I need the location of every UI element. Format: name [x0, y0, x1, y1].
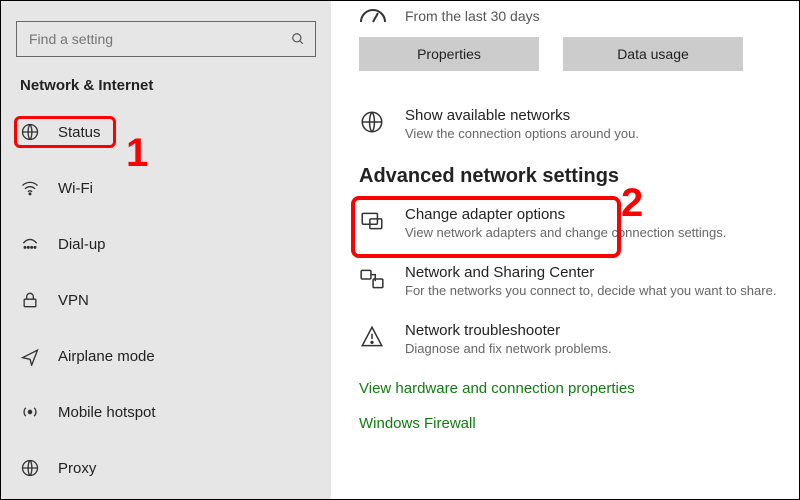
link-view-hardware[interactable]: View hardware and connection properties — [359, 380, 781, 397]
sidebar-item-airplane[interactable]: Airplane mode — [16, 340, 316, 372]
data-meter-row: From the last 30 days — [359, 7, 781, 25]
option-title: Show available networks — [405, 107, 639, 124]
sidebar-item-vpn[interactable]: VPN — [16, 284, 316, 316]
vpn-icon — [20, 290, 40, 310]
option-title: Change adapter options — [405, 206, 726, 223]
sidebar-item-hotspot[interactable]: Mobile hotspot — [16, 396, 316, 428]
sidebar-item-proxy[interactable]: Proxy — [16, 452, 316, 484]
search-icon — [291, 32, 305, 46]
meter-icon — [359, 7, 387, 25]
show-available-networks[interactable]: Show available networks View the connect… — [359, 107, 781, 141]
sidebar-item-wifi[interactable]: Wi-Fi — [16, 172, 316, 204]
option-title: Network and Sharing Center — [405, 264, 776, 281]
dialup-icon — [20, 234, 40, 254]
hotspot-icon — [20, 402, 40, 422]
option-subtitle: View network adapters and change connect… — [405, 225, 726, 240]
sidebar: Network & Internet Status Wi-Fi Dial-up — [1, 1, 331, 499]
wifi-icon — [20, 178, 40, 198]
sidebar-item-label: Airplane mode — [58, 348, 155, 365]
link-windows-firewall[interactable]: Windows Firewall — [359, 415, 781, 432]
sidebar-category: Network & Internet — [20, 77, 316, 94]
search-input[interactable] — [27, 30, 291, 48]
settings-window: Network & Internet Status Wi-Fi Dial-up — [0, 0, 800, 500]
sidebar-nav: Status Wi-Fi Dial-up VPN — [16, 116, 316, 500]
sidebar-item-label: Proxy — [58, 460, 96, 477]
airplane-icon — [20, 346, 40, 366]
option-title: Network troubleshooter — [405, 322, 612, 339]
sidebar-item-status[interactable]: Status — [14, 116, 116, 148]
sidebar-item-label: VPN — [58, 292, 89, 309]
section-heading-advanced: Advanced network settings — [359, 165, 781, 188]
properties-button[interactable]: Properties — [359, 37, 539, 71]
sharing-icon — [359, 266, 385, 292]
troubleshooter-icon — [359, 324, 385, 350]
network-sharing-center[interactable]: Network and Sharing Center For the netwo… — [359, 264, 781, 298]
button-row: Properties Data usage — [359, 37, 781, 71]
proxy-icon — [20, 458, 40, 478]
data-usage-button[interactable]: Data usage — [563, 37, 743, 71]
globe-icon — [359, 109, 385, 135]
option-subtitle: Diagnose and fix network problems. — [405, 341, 612, 356]
meter-caption: From the last 30 days — [405, 8, 540, 24]
sidebar-item-dialup[interactable]: Dial-up — [16, 228, 316, 260]
option-subtitle: For the networks you connect to, decide … — [405, 283, 776, 298]
sidebar-item-label: Dial-up — [58, 236, 106, 253]
status-icon — [20, 122, 40, 142]
network-troubleshooter[interactable]: Network troubleshooter Diagnose and fix … — [359, 322, 781, 356]
adapter-icon — [359, 208, 385, 234]
option-subtitle: View the connection options around you. — [405, 126, 639, 141]
sidebar-item-label: Wi-Fi — [58, 180, 93, 197]
change-adapter-options[interactable]: Change adapter options View network adap… — [359, 206, 781, 240]
sidebar-item-label: Status — [58, 124, 101, 141]
main-content: From the last 30 days Properties Data us… — [331, 1, 799, 499]
sidebar-item-label: Mobile hotspot — [58, 404, 156, 421]
search-box[interactable] — [16, 21, 316, 57]
